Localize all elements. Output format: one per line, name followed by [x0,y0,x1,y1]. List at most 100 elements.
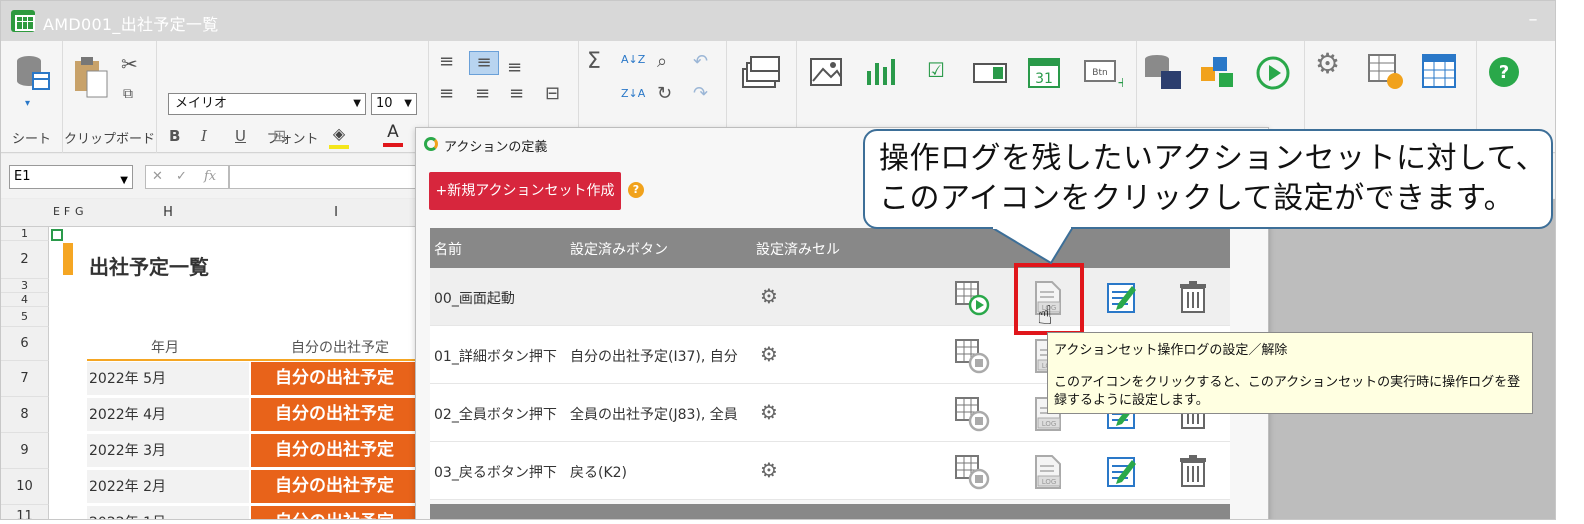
row-header[interactable]: 4 [1,293,49,307]
minimize-button[interactable]: – [1521,9,1545,33]
checkbox-icon[interactable]: ☑ [927,59,945,81]
svg-text:31: 31 [1035,71,1053,87]
table-grid-icon[interactable] [1421,53,1459,91]
paste-icon[interactable] [73,55,109,99]
align-top-icon[interactable]: ≡ [439,51,454,73]
sort-ascending-icon[interactable]: A↓Z [621,49,645,71]
gear-icon[interactable]: ⚙ [760,458,778,482]
cell-reference-box[interactable]: E1 ▼ [9,165,133,189]
trash-icon[interactable] [1178,454,1208,488]
my-schedule-button[interactable]: 自分の出社予定 [251,506,421,519]
align-bottom-icon[interactable]: ≡ [507,57,522,79]
copy-icon[interactable]: ⧉ [123,83,133,105]
app-window: AMD001_出社予定一覧 – ▾ シート ✂ ⧉ クリップボード フォント メ… [0,0,1556,520]
trash-icon[interactable] [1178,280,1208,314]
bold-button[interactable]: B [169,125,180,147]
row-header[interactable]: 6 [1,327,49,361]
tooltip: アクションセット操作ログの設定／解除 このアイコンをクリックすると、このアクショ… [1047,332,1533,414]
calendar-icon[interactable]: 31 [1027,53,1061,89]
column-header[interactable]: I [251,205,421,220]
ribbon-group-sheet: ▾ シート [1,41,63,153]
font-name-select[interactable]: メイリオ ▼ [168,93,366,115]
gear-icon[interactable]: ⚙ [760,284,778,308]
align-middle-icon[interactable]: ≡ [469,51,499,75]
function-icon[interactable]: fx [204,169,216,184]
refresh-icon[interactable]: ↻ [657,83,672,105]
chart-icon[interactable] [863,57,897,87]
sheet-title: 出社予定一覧 [89,255,209,279]
run-disabled-icon[interactable] [954,396,990,432]
chevron-down-icon: ▼ [353,98,361,109]
title-bar: AMD001_出社予定一覧 – [1,1,1555,41]
border-icon[interactable]: ⊞ [273,125,286,147]
column-header[interactable]: F [63,205,71,218]
redo-icon[interactable]: ↷ [693,83,708,105]
my-schedule-button[interactable]: 自分の出社予定 [251,470,421,504]
run-on-open-icon[interactable] [954,280,990,316]
sort-descending-icon[interactable]: Z↓A [621,83,645,105]
tooltip-body: このアイコンをクリックすると、このアクションセットの実行時に操作ログを登録するよ… [1054,375,1521,408]
row-header[interactable]: 11 [1,505,49,519]
underline-button[interactable]: U [235,125,246,147]
align-right-icon[interactable]: ≡ [509,83,524,105]
row-header[interactable]: 3 [1,279,49,293]
row-header[interactable]: 2 [1,241,49,279]
wrap-text-icon[interactable]: ⊟ [545,83,560,105]
column-header[interactable]: E [53,205,60,218]
cancel-icon[interactable]: ✕ [152,169,163,184]
sheet-db-icon[interactable] [13,53,53,97]
sum-icon[interactable]: Σ [587,51,601,73]
header-underline [87,359,421,361]
row-header[interactable]: 10 [1,469,49,505]
fill-color-icon[interactable]: ◈ [329,123,349,149]
row-header[interactable]: 9 [1,433,49,469]
run-disabled-icon[interactable] [954,454,990,490]
align-left-icon[interactable]: ≡ [439,83,454,105]
image-icon[interactable] [809,57,843,87]
undo-icon[interactable]: ↶ [693,51,708,73]
help-icon[interactable]: ? [1487,55,1521,89]
row-header[interactable]: 5 [1,307,49,327]
gear-icon[interactable]: ⚙ [760,342,778,366]
layers-icon[interactable] [739,55,783,91]
formula-input[interactable] [229,165,429,189]
cut-icon[interactable]: ✂ [121,53,138,75]
my-schedule-button[interactable]: 自分の出社予定 [251,398,421,432]
chevron-down-icon[interactable]: ▾ [25,93,30,115]
row-header[interactable]: 8 [1,397,49,433]
header-buttons: 設定済みボタン [570,242,668,258]
new-action-set-button[interactable]: +新規アクションセット作成 [429,172,621,210]
column-header[interactable]: H [87,205,249,220]
action-row[interactable]: 00_画面起動 ⚙ LOG [430,268,1230,326]
my-schedule-button[interactable]: 自分の出社予定 [251,434,421,468]
confirm-icon[interactable]: ✓ [176,169,187,184]
play-icon[interactable] [1255,55,1291,91]
my-schedule-button[interactable]: 自分の出社予定 [251,362,421,396]
database-grid-icon[interactable] [1143,53,1183,91]
svg-text:LOG: LOG [1042,478,1057,486]
font-color-button[interactable]: A [383,121,403,147]
column-header[interactable]: G [75,205,84,218]
spreadsheet-app-icon [11,10,35,32]
row-header[interactable]: 7 [1,361,49,397]
sheet-lock-icon[interactable] [1367,53,1405,91]
action-row[interactable]: 03_戻るボタン押下 戻る(K2) ⚙ LOG [430,442,1230,500]
row-header[interactable]: 1 [1,227,49,241]
gear-icon[interactable]: ⚙ [760,400,778,424]
help-icon[interactable]: ? [628,182,644,198]
settings-gears-icon[interactable]: ⚙ [1315,50,1340,78]
font-size-select[interactable]: 10 ▼ [371,93,417,115]
svg-text:?: ? [1499,62,1509,83]
operation-log-icon[interactable]: LOG [1032,454,1064,490]
align-center-icon[interactable]: ≡ [475,83,490,105]
ribbon-group-label-sheet: シート [11,132,51,147]
add-button-icon[interactable]: Btn + [1083,57,1123,89]
toggle-icon[interactable] [973,63,1007,83]
cubes-icon[interactable] [1199,53,1239,91]
selected-cell[interactable] [51,229,63,241]
italic-button[interactable]: I [201,125,207,147]
find-icon[interactable]: ⌕ [657,51,667,73]
edit-icon[interactable] [1106,454,1138,488]
edit-icon[interactable] [1106,280,1138,314]
run-disabled-icon[interactable] [954,338,990,374]
